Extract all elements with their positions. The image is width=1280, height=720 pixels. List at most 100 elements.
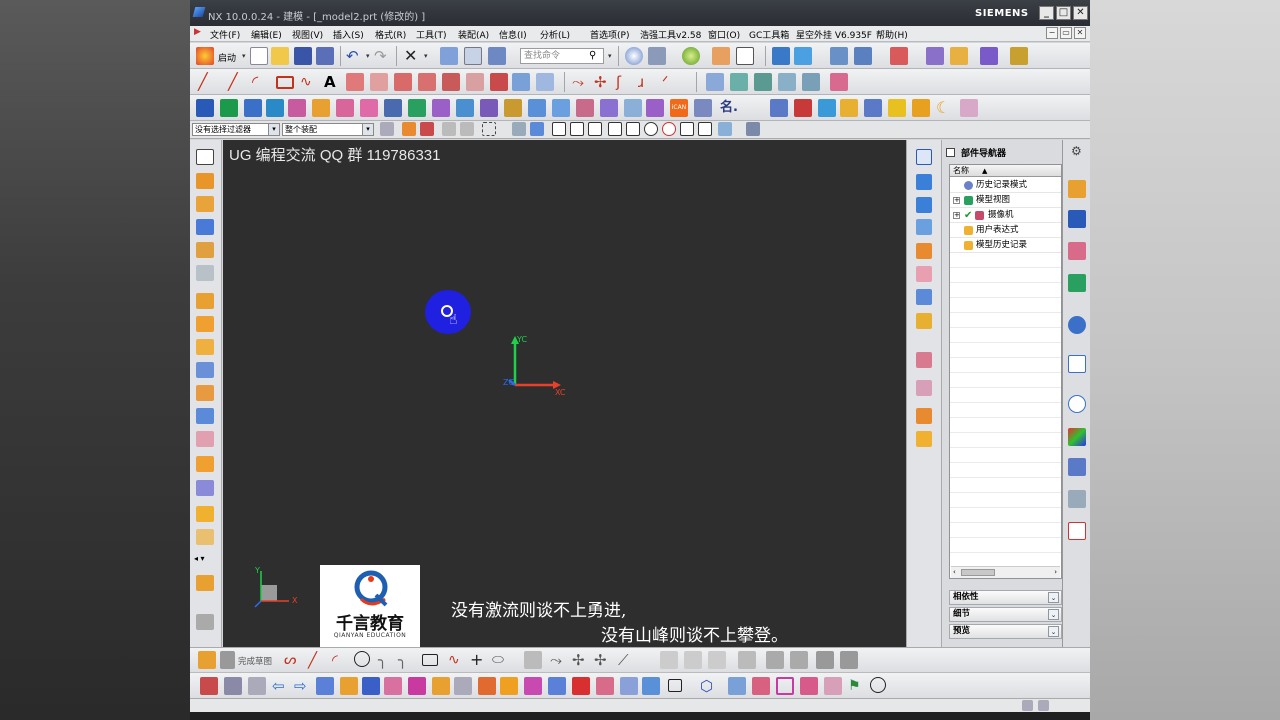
flag-icon[interactable]: ⚑ (848, 677, 866, 695)
quick-extend-icon[interactable]: ✢ (594, 73, 612, 91)
undo-dropdown-icon[interactable]: ▾ (366, 53, 371, 60)
sketch-spline-icon[interactable]: ∿ (448, 651, 466, 669)
chevron-down-icon[interactable]: ⌄ (1048, 592, 1059, 603)
angular-dimension-icon[interactable] (668, 679, 682, 692)
expand-toggle-icon[interactable]: + (953, 197, 960, 204)
app-menu-icon[interactable]: ▶ (194, 27, 201, 37)
display-option-1-icon[interactable] (916, 352, 932, 368)
rename-icon[interactable]: 名. (720, 99, 738, 117)
snap-endpoint-icon[interactable] (552, 122, 566, 136)
misc-tool-icon[interactable] (196, 614, 214, 630)
snap-bounded-icon[interactable] (718, 122, 732, 136)
start-dropdown-icon[interactable]: ▾ (242, 53, 247, 60)
chevron-down-icon[interactable]: ▾ (362, 124, 373, 135)
save-icon[interactable] (294, 47, 312, 65)
sketch-chamfer-icon[interactable]: ╮ (398, 651, 416, 669)
curve-length-icon[interactable] (536, 73, 554, 91)
menu-help[interactable]: 帮助(H) (876, 28, 908, 41)
sweep-icon[interactable] (244, 99, 262, 117)
moon-icon[interactable]: ☾ (936, 99, 954, 117)
web-browser-icon[interactable] (1068, 316, 1086, 334)
cone-icon[interactable] (196, 219, 214, 235)
intersect-curve-icon[interactable] (394, 73, 412, 91)
sketch-icon[interactable] (196, 149, 214, 165)
tree-item-history-mode[interactable]: 历史记录模式 (950, 178, 1061, 193)
open-folder-icon[interactable] (271, 47, 289, 65)
status-icon-1[interactable] (1022, 700, 1033, 711)
offset-curve-icon[interactable] (346, 73, 364, 91)
point-tool-icon[interactable] (980, 47, 998, 65)
surface-icon-5[interactable] (802, 73, 820, 91)
chamfer-icon[interactable] (432, 99, 450, 117)
redo-icon[interactable]: ↷ (374, 47, 392, 65)
draft-icon[interactable] (480, 99, 498, 117)
sketch-arc-icon[interactable]: ◜ (332, 651, 350, 669)
pattern-icon[interactable] (576, 99, 594, 117)
view-orient-6-icon[interactable] (916, 266, 932, 282)
slot-icon[interactable] (196, 339, 214, 355)
display-option-3-icon[interactable] (916, 408, 932, 424)
menu-window[interactable]: 窗口(O) (708, 28, 740, 41)
ruler-icon[interactable] (1010, 47, 1028, 65)
menu-xingkong-plugin[interactable]: 星空外挂 V6.935F (796, 28, 872, 41)
paste-face-icon[interactable] (432, 677, 450, 695)
snap-midpoint-icon[interactable] (570, 122, 584, 136)
sketch-alternate-solution-icon[interactable] (766, 651, 784, 669)
view-orient-7-icon[interactable] (916, 289, 932, 305)
mirror-feature-icon[interactable] (600, 99, 618, 117)
surface-icon-6[interactable] (830, 73, 848, 91)
make-coplanar-icon[interactable] (500, 677, 518, 695)
minimize-button[interactable]: _ (1039, 6, 1054, 20)
sketch-relations-icon[interactable] (790, 651, 808, 669)
line-icon[interactable]: ╱ (198, 73, 216, 91)
rectangle-select-icon[interactable] (482, 122, 496, 136)
delete-face-icon[interactable] (362, 677, 380, 695)
snap-existing-point-icon[interactable] (626, 122, 640, 136)
surface-icon-1[interactable] (706, 73, 724, 91)
new-file-icon[interactable] (250, 47, 268, 65)
resize-blend-icon[interactable] (340, 677, 358, 695)
edge-blend-icon[interactable] (408, 99, 426, 117)
copy-icon[interactable] (464, 47, 482, 65)
offset-region-sync-icon[interactable] (248, 677, 266, 695)
wcs-icon[interactable] (830, 47, 848, 65)
clip-section-icon[interactable] (712, 47, 730, 65)
display-option-2-icon[interactable] (916, 380, 932, 396)
layer-icon[interactable] (818, 99, 836, 117)
assembly-icon[interactable] (196, 575, 214, 591)
subtract-icon[interactable] (360, 99, 378, 117)
make-symmetric-icon[interactable] (572, 677, 590, 695)
part-navigator-icon[interactable] (1068, 242, 1086, 260)
snap-point-on-face-icon[interactable] (698, 122, 712, 136)
edit-object-icon[interactable] (440, 47, 458, 65)
history-palette-icon[interactable] (1068, 355, 1086, 373)
undo-icon[interactable]: ↶ (346, 47, 364, 65)
sketch-point-icon[interactable]: + (470, 651, 488, 669)
fillet-curve-icon[interactable]: ɹ (638, 73, 656, 91)
snap-option-1-icon[interactable] (512, 122, 526, 136)
window-tool-icon[interactable] (864, 99, 882, 117)
view-orient-4-icon[interactable] (916, 219, 932, 235)
close-button[interactable]: ✕ (1073, 6, 1088, 20)
roles-icon[interactable] (1068, 522, 1086, 540)
selection-scope-select[interactable]: 整个装配 ▾ (282, 123, 374, 136)
make-coaxial-icon[interactable] (524, 677, 542, 695)
rectangle-icon[interactable] (276, 76, 294, 89)
menu-format[interactable]: 格式(R) (375, 28, 406, 41)
box-icon[interactable] (196, 173, 214, 189)
menu-information[interactable]: 信息(I) (499, 28, 527, 41)
search-dropdown-icon[interactable]: ▾ (608, 53, 613, 60)
snap-quadrant-icon[interactable] (662, 122, 676, 136)
menu-insert[interactable]: 插入(S) (333, 28, 364, 41)
column-header-name[interactable]: 名称 ▲ (950, 165, 1061, 177)
pipe-icon[interactable] (196, 265, 214, 281)
tube-icon[interactable] (266, 99, 284, 117)
pocket-icon[interactable] (196, 293, 214, 309)
view-orient-1-icon[interactable] (916, 149, 932, 165)
thread-icon[interactable] (196, 385, 214, 401)
snap-control-point-icon[interactable] (588, 122, 602, 136)
text-tool-icon[interactable]: A (324, 73, 342, 91)
cylinder-icon[interactable] (196, 196, 214, 212)
mdi-close-button[interactable]: ✕ (1074, 27, 1086, 39)
copy-face-icon[interactable] (384, 677, 402, 695)
